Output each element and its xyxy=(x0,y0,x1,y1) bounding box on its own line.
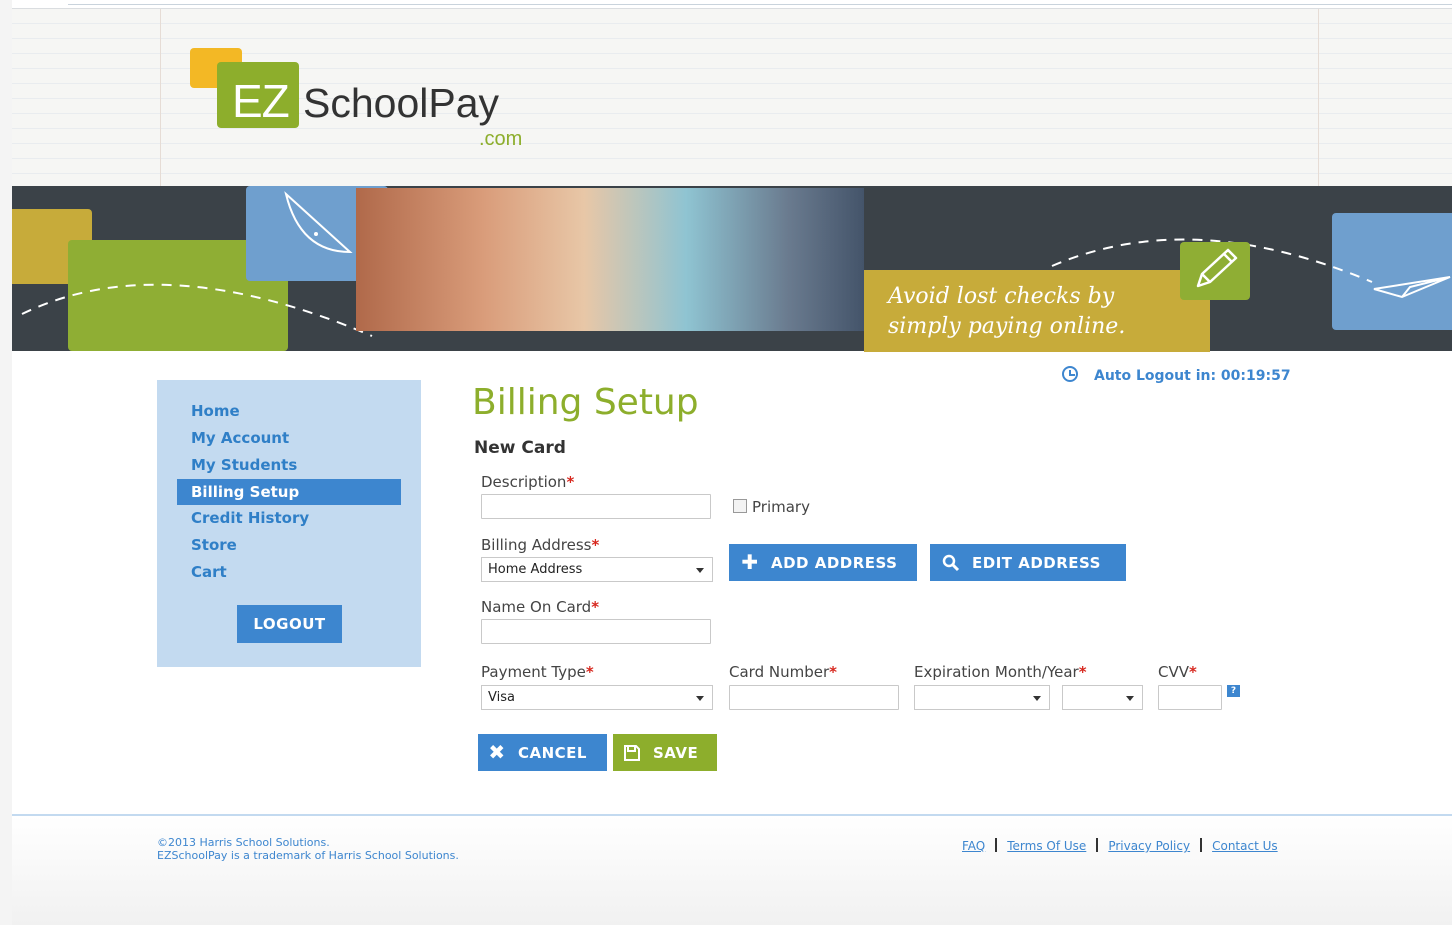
primary-checkbox-label: Primary xyxy=(752,498,810,516)
sidebar-item-cart[interactable]: Cart xyxy=(177,559,401,585)
description-label: Description* xyxy=(481,473,574,491)
card-number-label: Card Number* xyxy=(729,663,837,681)
name-on-card-label-text: Name On Card xyxy=(481,598,592,616)
chevron-down-icon xyxy=(1126,696,1134,701)
students-photo xyxy=(356,188,864,331)
payment-type-label-text: Payment Type xyxy=(481,663,586,681)
primary-checkbox[interactable] xyxy=(733,499,747,513)
billing-address-select[interactable]: Home Address xyxy=(481,557,713,582)
logo-com-text: .com xyxy=(479,128,523,150)
cancel-label: CANCEL xyxy=(518,744,587,762)
expiration-month-select[interactable] xyxy=(914,685,1050,710)
footer-link-privacy-policy[interactable]: Privacy Policy xyxy=(1108,839,1190,853)
help-icon[interactable]: ? xyxy=(1227,685,1240,697)
expiration-label-text: Expiration Month/Year xyxy=(914,663,1079,681)
footer-link-terms-of-use[interactable]: Terms Of Use xyxy=(1007,839,1086,853)
plus-icon: ✚ xyxy=(741,550,759,574)
tagline-line-2: simply paying online. xyxy=(888,314,1126,339)
name-on-card-label: Name On Card* xyxy=(481,598,599,616)
billing-address-label-text: Billing Address xyxy=(481,536,592,554)
paper-margin-line xyxy=(1318,9,1319,186)
tagline-line-1: Avoid lost checks by xyxy=(888,284,1115,309)
chevron-down-icon xyxy=(1033,696,1041,701)
pencil-icon xyxy=(1196,248,1238,288)
cvv-label: CVV* xyxy=(1158,663,1197,681)
link-separator xyxy=(1096,838,1099,852)
paper-margin-line xyxy=(160,9,161,186)
logo-ez-text: EZ xyxy=(232,75,290,127)
save-button[interactable]: SAVE xyxy=(613,734,717,771)
sidebar-item-my-students[interactable]: My Students xyxy=(177,452,401,478)
edit-address-label: EDIT ADDRESS xyxy=(972,554,1101,572)
required-marker: * xyxy=(591,598,600,616)
add-address-button[interactable]: ✚ ADD ADDRESS xyxy=(729,544,917,581)
ezschoolpay-logo[interactable]: EZ SchoolPay .com xyxy=(190,48,550,158)
logo-schoolpay-text: SchoolPay xyxy=(303,80,500,126)
required-marker: * xyxy=(829,663,837,681)
window-edge xyxy=(0,0,12,925)
logout-button[interactable]: LOGOUT xyxy=(237,605,342,643)
required-marker: * xyxy=(591,536,600,554)
required-marker: * xyxy=(585,663,594,681)
copyright-line-2: EZSchoolPay is a trademark of Harris Sch… xyxy=(157,849,459,862)
chevron-down-icon xyxy=(696,696,704,701)
cancel-button[interactable]: ✖ CANCEL xyxy=(478,734,607,771)
sidebar-item-credit-history[interactable]: Credit History xyxy=(177,505,401,531)
clock-icon xyxy=(1062,366,1078,382)
sidebar-item-my-account[interactable]: My Account xyxy=(177,425,401,451)
expiration-label: Expiration Month/Year* xyxy=(914,663,1087,681)
billing-address-selected-value: Home Address xyxy=(488,562,583,577)
section-title: New Card xyxy=(474,438,566,458)
link-separator xyxy=(995,838,998,852)
name-on-card-input[interactable] xyxy=(481,619,711,644)
billing-address-label: Billing Address* xyxy=(481,536,599,554)
payment-type-select[interactable]: Visa xyxy=(481,685,713,710)
top-divider xyxy=(68,4,1452,5)
edit-address-button[interactable]: EDIT ADDRESS xyxy=(930,544,1126,581)
floppy-disk-icon xyxy=(621,734,643,771)
search-icon xyxy=(940,544,962,581)
copyright-text: ©2013 Harris School Solutions. EZSchoolP… xyxy=(157,836,459,862)
payment-type-selected-value: Visa xyxy=(488,690,515,705)
cvv-label-text: CVV xyxy=(1158,663,1189,681)
chevron-down-icon xyxy=(696,568,704,573)
sidebar-nav: Home My Account My Students Billing Setu… xyxy=(157,380,421,667)
expiration-year-select[interactable] xyxy=(1062,685,1143,710)
description-input[interactable] xyxy=(481,494,711,519)
footer xyxy=(12,814,1452,925)
footer-link-contact-us[interactable]: Contact Us xyxy=(1212,839,1278,853)
pencil-badge xyxy=(1180,242,1250,300)
save-label: SAVE xyxy=(653,744,699,762)
required-marker: * xyxy=(566,473,575,491)
cvv-input[interactable] xyxy=(1158,685,1222,710)
auto-logout-text: Auto Logout in: 00:19:57 xyxy=(1094,368,1291,384)
auto-logout-timer: Auto Logout in: 00:19:57 xyxy=(1062,366,1291,384)
required-marker: * xyxy=(1078,663,1087,681)
link-separator xyxy=(1200,838,1203,852)
banner-tagline: Avoid lost checks by simply paying onlin… xyxy=(864,270,1210,352)
page-title: Billing Setup xyxy=(472,382,699,423)
footer-links: FAQ Terms Of Use Privacy Policy Contact Us xyxy=(962,838,1278,853)
footer-link-faq[interactable]: FAQ xyxy=(962,839,985,853)
sidebar-item-home[interactable]: Home xyxy=(177,398,401,424)
copyright-line-1: ©2013 Harris School Solutions. xyxy=(157,836,330,849)
card-number-input[interactable] xyxy=(729,685,899,710)
sidebar-item-store[interactable]: Store xyxy=(177,532,401,558)
required-marker: * xyxy=(1189,663,1197,681)
card-number-label-text: Card Number xyxy=(729,663,830,681)
close-icon: ✖ xyxy=(488,740,506,764)
description-label-text: Description xyxy=(481,473,567,491)
sidebar-item-billing-setup[interactable]: Billing Setup xyxy=(177,479,401,505)
add-address-label: ADD ADDRESS xyxy=(771,554,898,572)
payment-type-label: Payment Type* xyxy=(481,663,594,681)
